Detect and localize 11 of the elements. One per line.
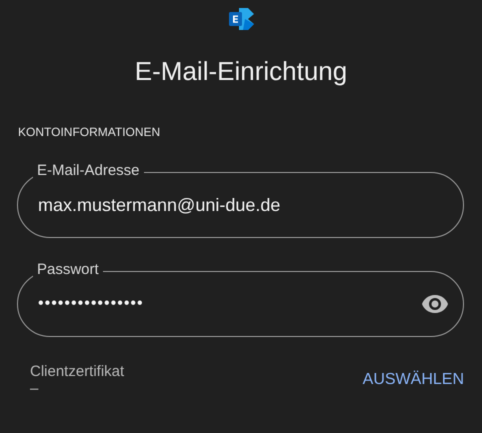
- field-label: Passwort: [33, 261, 103, 279]
- password-value: ••••••••••••••••: [38, 295, 145, 313]
- exchange-logo-icon: [227, 6, 255, 32]
- field-label: E-Mail-Adresse: [33, 162, 144, 180]
- section-heading: KONTOINFORMATIONEN: [18, 125, 162, 139]
- email-value: max.mustermann@uni-due.de: [38, 194, 282, 216]
- eye-icon[interactable]: [421, 294, 449, 314]
- certificate-value: –: [30, 380, 40, 397]
- select-button[interactable]: AUSWÄHLEN: [362, 371, 464, 389]
- page-title: E-Mail-Einrichtung: [134, 56, 348, 87]
- certificate-label: Clientzertifikat: [30, 363, 124, 380]
